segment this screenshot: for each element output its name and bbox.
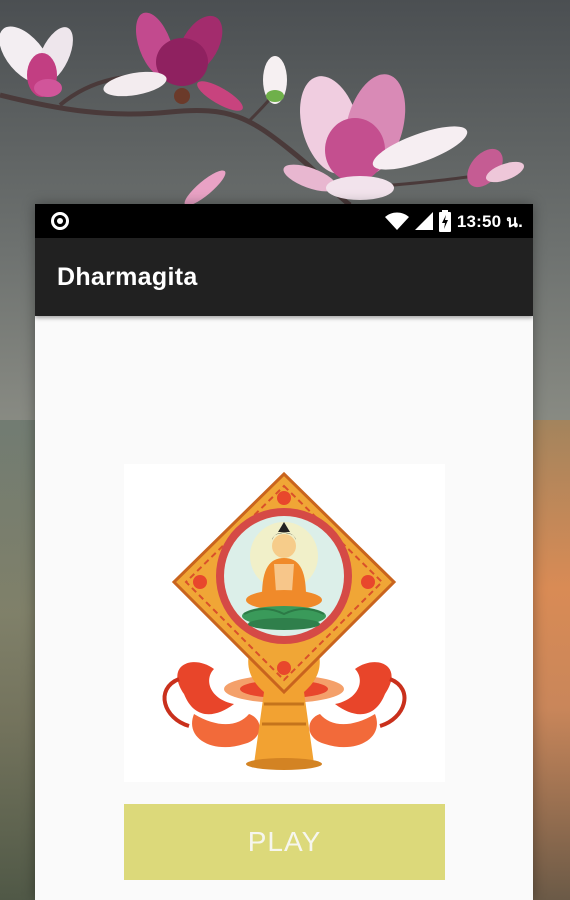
background-landscape-left	[0, 420, 40, 900]
phone-screen: 13:50 น. Dharmagita PLAY	[35, 204, 533, 900]
magnolia-blossoms-decoration	[0, 12, 524, 207]
background-landscape-right	[530, 420, 570, 900]
main-content: PLAY	[35, 316, 533, 900]
status-bar: 13:50 น.	[35, 204, 533, 238]
battery-charging-icon	[438, 210, 451, 232]
play-button[interactable]: PLAY	[124, 804, 445, 880]
app-toolbar: Dharmagita	[35, 238, 533, 316]
status-time: 13:50 น.	[456, 211, 523, 231]
dharma-emblem-image	[124, 464, 445, 782]
app-title: Dharmagita	[57, 262, 198, 291]
wifi-icon	[384, 212, 409, 230]
notification-circle-icon	[51, 212, 69, 230]
signal-icon	[414, 212, 433, 230]
status-indicators: 13:50 น.	[384, 204, 523, 238]
